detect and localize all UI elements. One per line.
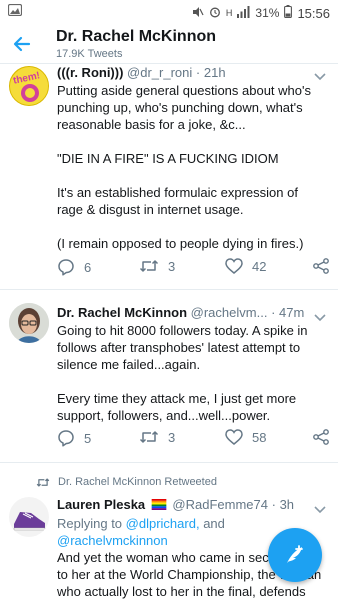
- tweet-actions: 6 3 42: [57, 258, 332, 278]
- back-arrow-icon[interactable]: [8, 30, 36, 58]
- avatar[interactable]: [9, 497, 49, 537]
- caret-down-icon[interactable]: [314, 501, 326, 514]
- tweet-time: 21h: [203, 65, 226, 80]
- signal-icon: [237, 5, 250, 21]
- replying-to-and: and: [203, 516, 225, 531]
- tweet[interactable]: Dr. Rachel McKinnon @rachelvm... · 47m G…: [0, 290, 338, 463]
- tweet-paragraph: It's an established formulaic expression…: [57, 185, 298, 217]
- like-icon: [225, 429, 243, 445]
- compose-icon: [287, 545, 303, 563]
- tweet-header: Dr. Rachel McKinnon @rachelvm... · 47m: [57, 305, 305, 320]
- tweet-paragraph: Going to hit 8000 followers today. A spi…: [57, 323, 308, 372]
- notification-icon: [7, 3, 23, 19]
- reply-icon: [58, 259, 74, 276]
- author-handle[interactable]: @RadFemme74: [172, 497, 268, 512]
- like-button[interactable]: 58: [225, 429, 266, 445]
- battery-icon: [284, 5, 293, 21]
- like-button[interactable]: 42: [225, 258, 266, 274]
- compose-tweet-button[interactable]: [268, 528, 322, 582]
- tweet-paragraph: Putting aside general questions about wh…: [57, 83, 311, 132]
- tweet-line: who actually lost to her in the final, d…: [57, 584, 306, 599]
- like-count: 58: [252, 429, 267, 445]
- retweeted-by-text[interactable]: Dr. Rachel McKinnon Retweeted: [58, 476, 217, 488]
- avatar[interactable]: [9, 303, 49, 343]
- share-icon: [313, 258, 329, 274]
- tweet-time: 47m: [279, 305, 305, 320]
- tweet-paragraph: (I remain opposed to people dying in fir…: [57, 236, 304, 251]
- author-handle[interactable]: @dr_r_roni: [127, 65, 192, 80]
- tweet-header: (((r. Roni))) @dr_r_roni · 21h: [57, 65, 226, 80]
- replying-user-link[interactable]: @rachelvmckinnon: [57, 533, 168, 548]
- reply-count: 5: [84, 430, 92, 446]
- caret-down-icon[interactable]: [314, 68, 326, 81]
- clock: 15:56: [297, 5, 330, 21]
- tweet-count: 17.9K Tweets: [56, 48, 123, 60]
- replying-to-label: Replying to: [57, 516, 126, 531]
- share-button[interactable]: [313, 258, 329, 274]
- retweeted-by-line: Dr. Rachel McKinnon Retweeted: [36, 476, 217, 488]
- tweet-text: Going to hit 8000 followers today. A spi…: [57, 322, 327, 424]
- tweet-header: Lauren Pleska @RadFemme74 · 3h: [57, 497, 295, 512]
- share-button[interactable]: [313, 429, 329, 445]
- rainbow-flag-icon: [151, 498, 167, 510]
- author-name[interactable]: Lauren Pleska: [57, 497, 145, 512]
- reply-button[interactable]: 5: [57, 429, 91, 447]
- retweet-icon: [139, 260, 159, 272]
- caret-down-icon[interactable]: [314, 309, 326, 322]
- retweet-button[interactable]: 3: [139, 429, 175, 445]
- like-icon: [225, 258, 243, 274]
- status-bar: H 31% 15:56: [0, 0, 338, 24]
- reply-count: 6: [84, 259, 92, 275]
- tweet-paragraph: "DIE IN A FIRE" IS A FUCKING IDIOM: [57, 151, 279, 166]
- retweet-count: 3: [168, 258, 176, 274]
- status-icons: H 31% 15:56: [192, 5, 330, 21]
- retweet-icon: [139, 431, 159, 443]
- like-count: 42: [252, 258, 267, 274]
- network-type-label: H: [225, 8, 233, 18]
- profile-header: Dr. Rachel McKinnon 17.9K Tweets: [0, 24, 338, 64]
- avatar[interactable]: them!: [9, 66, 49, 106]
- retweet-count: 3: [168, 429, 176, 445]
- author-name[interactable]: Dr. Rachel McKinnon: [57, 305, 187, 320]
- tweet-actions: 5 3 58: [57, 429, 332, 449]
- profile-name-title: Dr. Rachel McKinnon: [56, 28, 217, 45]
- author-name[interactable]: (((r. Roni))): [57, 65, 123, 80]
- tweet-paragraph: Every time they attack me, I just get mo…: [57, 391, 297, 423]
- reply-button[interactable]: 6: [57, 258, 91, 276]
- replying-user-link[interactable]: @dlprichard,: [126, 516, 200, 531]
- tweet-time: 3h: [279, 497, 295, 512]
- tweet-text: Putting aside general questions about wh…: [57, 82, 327, 252]
- retweet-button[interactable]: 3: [139, 258, 175, 274]
- retweet-icon: [36, 477, 50, 487]
- alarm-icon: [209, 6, 221, 21]
- reply-icon: [58, 430, 74, 447]
- mute-icon: [192, 6, 204, 21]
- share-icon: [313, 429, 329, 445]
- author-handle[interactable]: @rachelvm...: [191, 305, 268, 320]
- tweet[interactable]: them! (((r. Roni))) @dr_r_roni · 21h Put…: [0, 64, 338, 290]
- battery-percent: 31%: [255, 6, 280, 20]
